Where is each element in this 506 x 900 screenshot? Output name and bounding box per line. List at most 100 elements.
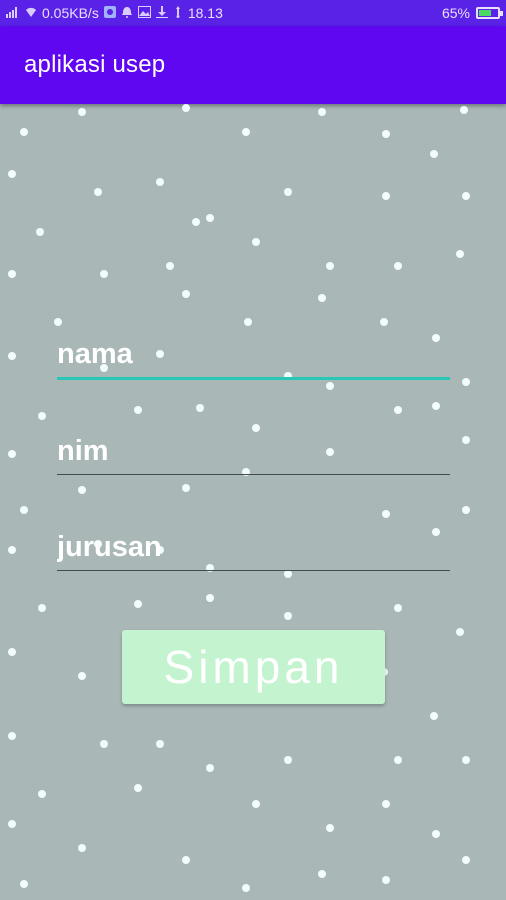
battery-percent: 65% xyxy=(441,5,470,21)
snow-dot xyxy=(182,484,190,492)
nim-input[interactable] xyxy=(57,435,450,474)
snow-dot xyxy=(252,424,260,432)
snow-dot xyxy=(196,404,204,412)
app-title: aplikasi usep xyxy=(24,51,166,78)
snow-dot xyxy=(242,884,250,892)
download-icon xyxy=(155,6,168,20)
snow-dot xyxy=(284,570,292,578)
snow-dot xyxy=(20,506,28,514)
snow-dot xyxy=(38,604,46,612)
snow-dot xyxy=(8,450,16,458)
snow-dot xyxy=(206,594,214,602)
clock: 18.13 xyxy=(187,5,223,21)
nim-underline xyxy=(57,474,450,475)
alarm-icon xyxy=(121,6,133,20)
snow-dot xyxy=(8,648,16,656)
snow-dot xyxy=(20,128,28,136)
snow-background xyxy=(8,104,470,892)
status-bar: 0.05KB/s 18.13 65% xyxy=(0,0,506,26)
snow-dot xyxy=(432,402,440,410)
simpan-button[interactable]: Simpan xyxy=(122,630,385,704)
snow-dot xyxy=(284,612,292,620)
snow-dot xyxy=(242,128,250,136)
snow-dot xyxy=(166,262,174,270)
nama-underline xyxy=(57,377,450,380)
app-notification-icon xyxy=(103,6,116,20)
main-content: Simpan xyxy=(0,104,506,900)
snow-dot xyxy=(244,318,252,326)
jurusan-field[interactable] xyxy=(57,531,450,571)
network-speed: 0.05KB/s xyxy=(42,5,99,21)
snow-dot xyxy=(318,294,326,302)
snow-dot xyxy=(94,188,102,196)
snow-dot xyxy=(382,800,390,808)
snow-dot xyxy=(318,108,326,116)
snow-dot xyxy=(20,880,28,888)
snow-dot xyxy=(394,406,402,414)
snow-dot xyxy=(462,856,470,864)
snow-dot xyxy=(326,262,334,270)
snow-dot xyxy=(8,170,16,178)
snow-dot xyxy=(456,628,464,636)
nim-field[interactable] xyxy=(57,435,450,475)
snow-dot xyxy=(462,756,470,764)
gallery-icon xyxy=(137,6,151,20)
snow-dot xyxy=(8,732,16,740)
snow-dot xyxy=(78,486,86,494)
nama-input[interactable] xyxy=(57,338,450,377)
snow-dot xyxy=(284,756,292,764)
snow-dot xyxy=(382,510,390,518)
snow-dot xyxy=(78,108,86,116)
snow-dot xyxy=(206,214,214,222)
usb-icon xyxy=(173,6,183,20)
snow-dot xyxy=(462,192,470,200)
snow-dot xyxy=(394,756,402,764)
snow-dot xyxy=(8,270,16,278)
snow-dot xyxy=(182,104,190,112)
snow-dot xyxy=(192,218,200,226)
snow-dot xyxy=(394,262,402,270)
snow-dot xyxy=(382,192,390,200)
snow-dot xyxy=(38,412,46,420)
snow-dot xyxy=(54,318,62,326)
snow-dot xyxy=(462,378,470,386)
snow-dot xyxy=(156,740,164,748)
snow-dot xyxy=(78,844,86,852)
snow-dot xyxy=(380,318,388,326)
nama-field[interactable] xyxy=(57,338,450,380)
snow-dot xyxy=(36,228,44,236)
snow-dot xyxy=(100,270,108,278)
snow-dot xyxy=(156,178,164,186)
status-left: 0.05KB/s 18.13 xyxy=(6,5,223,21)
snow-dot xyxy=(134,784,142,792)
signal-icon xyxy=(6,6,20,20)
snow-dot xyxy=(134,406,142,414)
app-bar: aplikasi usep xyxy=(0,26,506,104)
snow-dot xyxy=(284,188,292,196)
snow-dot xyxy=(430,712,438,720)
snow-dot xyxy=(382,876,390,884)
snow-dot xyxy=(462,506,470,514)
snow-dot xyxy=(252,800,260,808)
snow-dot xyxy=(38,790,46,798)
wifi-icon xyxy=(25,6,37,20)
snow-dot xyxy=(8,546,16,554)
snow-dot xyxy=(8,352,16,360)
battery-icon xyxy=(476,7,503,19)
snow-dot xyxy=(326,382,334,390)
snow-dot xyxy=(430,150,438,158)
snow-dot xyxy=(382,130,390,138)
status-right: 65% xyxy=(441,5,503,21)
snow-dot xyxy=(318,870,326,878)
jurusan-underline xyxy=(57,570,450,571)
jurusan-input[interactable] xyxy=(57,531,450,570)
snow-dot xyxy=(456,250,464,258)
snow-dot xyxy=(432,830,440,838)
battery-level xyxy=(479,10,491,16)
snow-dot xyxy=(394,604,402,612)
snow-dot xyxy=(182,290,190,298)
snow-dot xyxy=(78,672,86,680)
snow-dot xyxy=(134,600,142,608)
snow-dot xyxy=(252,238,260,246)
snow-dot xyxy=(460,106,468,114)
